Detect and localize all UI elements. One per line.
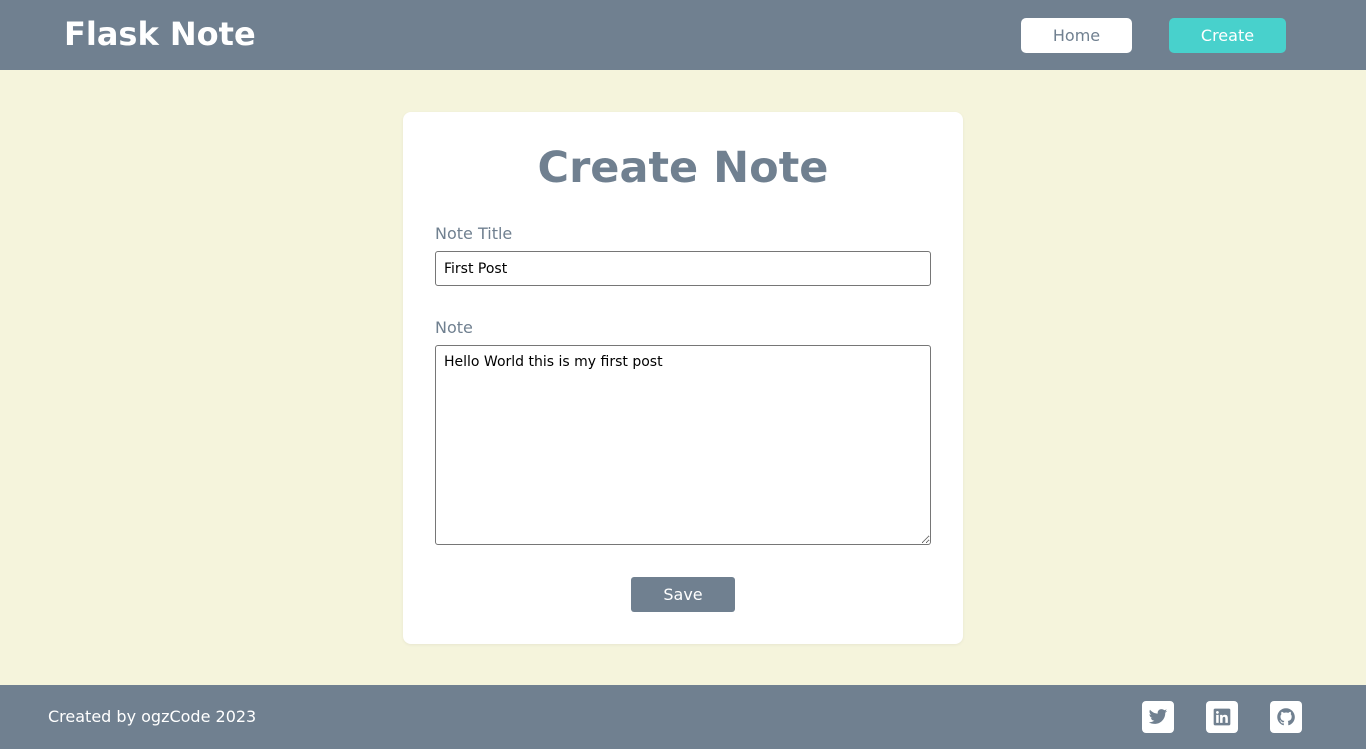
home-button[interactable]: Home <box>1021 18 1132 53</box>
linkedin-icon <box>1213 708 1231 726</box>
note-title-input[interactable] <box>435 251 931 286</box>
linkedin-link[interactable] <box>1206 701 1238 733</box>
navbar: Flask Note Home Create <box>0 0 1366 70</box>
footer-credit: Created by ogzCode 2023 <box>48 707 257 726</box>
twitter-link[interactable] <box>1142 701 1174 733</box>
note-body-label: Note <box>435 318 473 337</box>
github-icon <box>1277 708 1295 726</box>
twitter-icon <box>1148 709 1168 724</box>
page-title: Create Note <box>537 143 829 193</box>
note-body-textarea[interactable]: Hello World this is my first post <box>435 345 931 545</box>
github-link[interactable] <box>1270 701 1302 733</box>
create-button[interactable]: Create <box>1169 18 1286 53</box>
footer: Created by ogzCode 2023 <box>0 685 1366 749</box>
brand-title[interactable]: Flask Note <box>64 14 256 54</box>
save-button[interactable]: Save <box>631 577 735 612</box>
note-title-label: Note Title <box>435 224 513 243</box>
